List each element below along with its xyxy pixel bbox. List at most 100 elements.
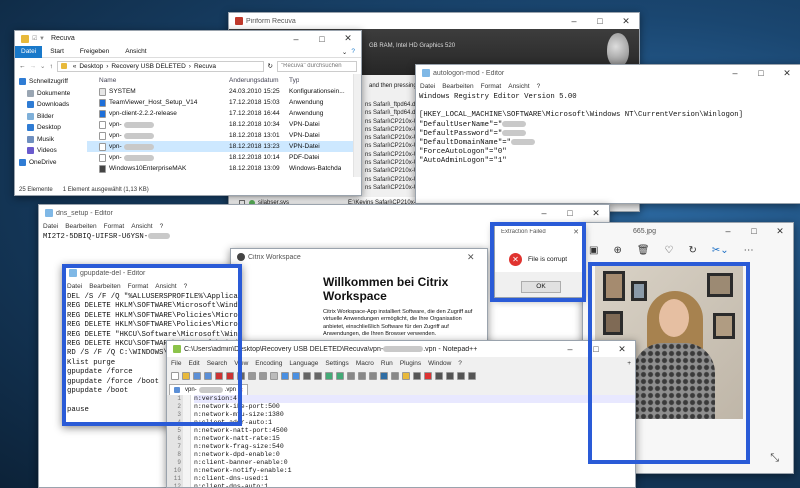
close-icon[interactable]: ✕ (583, 205, 609, 221)
open-file-icon[interactable] (182, 372, 190, 380)
file-row[interactable]: vpn- 18.12.2018 10:34 VPN-Datei (87, 119, 353, 130)
menu-item-help[interactable]: ? (184, 283, 188, 290)
zoom-in-icon[interactable] (325, 372, 333, 380)
sidebar-item[interactable]: Musik (15, 134, 87, 146)
maximize-icon[interactable]: □ (583, 341, 609, 357)
sidebar-item[interactable]: Schnellzugriff (15, 76, 87, 88)
breadcrumb[interactable]: « Desktop › Recovery USB DELETED › Recuva (56, 60, 264, 72)
rotate-icon[interactable]: ↻ (689, 245, 697, 256)
close-icon[interactable]: ✕ (767, 223, 793, 239)
undo-icon[interactable] (281, 372, 289, 380)
menu-item-ansicht[interactable]: Ansicht (131, 223, 152, 230)
maximize-icon[interactable]: □ (557, 205, 583, 221)
menu-item-help[interactable]: ? (537, 83, 541, 90)
file-tab[interactable]: vpn- .vpn ✖ (169, 384, 249, 395)
menu-item-bearbeiten[interactable]: Bearbeiten (65, 223, 96, 230)
sidebar-item[interactable]: Dokumente (15, 88, 87, 100)
print-icon[interactable] (237, 372, 245, 380)
tab-freigeben[interactable]: Freigeben (72, 48, 117, 55)
npp-menu-item[interactable]: Window (428, 360, 451, 367)
doc-map-icon[interactable] (380, 372, 388, 380)
file-row[interactable]: vpn- 18.12.2018 13:23 VPN-Datei (87, 141, 353, 152)
paste-icon[interactable] (270, 372, 278, 380)
minimize-icon[interactable]: – (283, 31, 309, 46)
find-icon[interactable] (303, 372, 311, 380)
up-arrow-icon[interactable]: ↑ (49, 63, 52, 70)
minimize-icon[interactable]: – (557, 341, 583, 357)
sidebar-item[interactable]: OneDrive (15, 157, 87, 169)
ok-button[interactable]: OK (521, 281, 561, 293)
monitor-icon[interactable] (413, 372, 421, 380)
heart-icon[interactable]: ♡ (665, 245, 674, 256)
edit-icon[interactable]: ✂⌄ (712, 245, 729, 256)
zoom-out-icon[interactable] (336, 372, 344, 380)
breadcrumb-item[interactable]: Desktop (79, 63, 103, 70)
sidebar-item[interactable]: Desktop (15, 122, 87, 134)
cut-icon[interactable] (248, 372, 256, 380)
save-all-icon[interactable] (204, 372, 212, 380)
npp-menu-item[interactable]: Macro (356, 360, 374, 367)
redo-icon[interactable] (292, 372, 300, 380)
forward-arrow-icon[interactable]: → (30, 63, 37, 70)
minimize-icon[interactable]: – (561, 13, 587, 29)
close-icon[interactable]: ✕ (335, 31, 361, 46)
slideshow-icon[interactable]: ▣ (589, 245, 598, 256)
npp-menu-item[interactable]: Search (207, 360, 228, 367)
file-row[interactable]: vpn-client-2.2.2-release 17.12.2018 16:44… (87, 108, 353, 119)
maximize-icon[interactable]: □ (309, 31, 335, 46)
wrap-icon[interactable] (358, 372, 366, 380)
quick-access-toolbar[interactable]: ☑ ▼ (32, 35, 45, 42)
tab-datei[interactable]: Datei (15, 45, 43, 58)
zoom-in-icon[interactable]: ⊕ (613, 245, 621, 256)
maximize-icon[interactable]: □ (741, 223, 767, 239)
minimize-icon[interactable]: – (531, 205, 557, 221)
minimize-icon[interactable]: – (722, 65, 748, 81)
npp-menu-item[interactable]: Plugins (400, 360, 421, 367)
copy-icon[interactable] (259, 372, 267, 380)
indent-icon[interactable] (369, 372, 377, 380)
file-row[interactable]: vpn- 18.12.2018 10:14 PDF-Datei (87, 152, 353, 163)
stop-icon[interactable] (435, 372, 443, 380)
close-icon[interactable]: ✕ (467, 252, 487, 263)
npp-menu-item[interactable]: File (171, 360, 181, 367)
help-icon[interactable]: ? (351, 48, 355, 55)
replace-icon[interactable] (314, 372, 322, 380)
maximize-icon[interactable]: □ (587, 13, 613, 29)
menu-item-bearbeiten[interactable]: Bearbeiten (442, 83, 473, 90)
breadcrumb-item[interactable]: Recuva (194, 63, 216, 70)
breadcrumb-item[interactable]: Recovery USB DELETED (111, 63, 185, 70)
file-row[interactable]: Windows10EnterpriseMAK 18.12.2018 13:09 Wi… (87, 163, 353, 174)
column-type[interactable]: Typ (289, 77, 299, 84)
refresh-icon[interactable]: ↻ (268, 62, 273, 70)
sync-icon[interactable] (347, 372, 355, 380)
tab-ansicht[interactable]: Ansicht (117, 48, 154, 55)
close-icon[interactable]: ✕ (774, 65, 800, 81)
more-icon[interactable]: ⋯ (744, 245, 754, 256)
plus-icon[interactable]: + (627, 360, 631, 367)
save-macro-icon[interactable] (468, 372, 476, 380)
npp-menu-item[interactable]: View (234, 360, 248, 367)
file-row[interactable]: TeamViewer_Host_Setup_V14 17.12.2018 15:0… (87, 97, 353, 108)
menu-item-ansicht[interactable]: Ansicht (155, 283, 176, 290)
menu-item-datei[interactable]: Datei (43, 223, 58, 230)
function-list-icon[interactable] (391, 372, 399, 380)
close-icon[interactable] (215, 372, 223, 380)
column-name[interactable]: Name (99, 77, 229, 84)
close-icon[interactable]: ✕ (609, 341, 635, 357)
close-icon[interactable]: ✕ (613, 13, 639, 29)
menu-item-format[interactable]: Format (481, 83, 502, 90)
column-date[interactable]: Änderungsdatum (229, 77, 289, 84)
file-row[interactable]: vpn- 18.12.2018 13:01 VPN-Datei (87, 130, 353, 141)
maximize-icon[interactable]: □ (748, 65, 774, 81)
fullscreen-icon[interactable]: ⤡ (770, 452, 779, 465)
sidebar-item[interactable]: Videos (15, 145, 87, 157)
file-row[interactable]: SYSTEM 24.03.2010 15:25 Konfigurationsein.… (87, 86, 353, 97)
menu-item-help[interactable]: ? (160, 223, 164, 230)
search-input[interactable] (277, 60, 357, 72)
menu-item-format[interactable]: Format (128, 283, 149, 290)
back-arrow-icon[interactable]: ← (19, 63, 26, 70)
folder-icon[interactable] (402, 372, 410, 380)
npp-menu-item[interactable]: Encoding (255, 360, 282, 367)
close-tab-icon[interactable]: ✖ (238, 387, 243, 394)
chevron-down-icon[interactable]: ⌄ (342, 48, 347, 56)
